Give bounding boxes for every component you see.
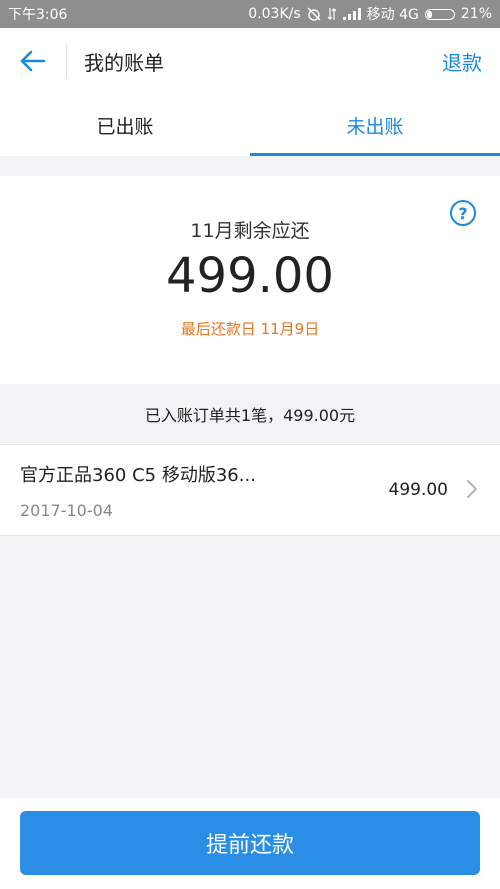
carrier-label: 移动 4G — [366, 7, 419, 23]
data-transfer-icon — [327, 8, 337, 20]
order-date: 2017-10-04 — [20, 501, 113, 520]
battery-percent: 21% — [460, 6, 492, 22]
bottom-bar: 提前还款 — [0, 798, 500, 889]
order-list-item[interactable]: 官方正品360 C5 移动版36... 2017-10-04 499.00 — [0, 444, 500, 536]
order-name: 官方正品360 C5 移动版36... — [20, 465, 256, 486]
status-indicators: 0.03K/s 移动 4G 21% — [248, 4, 492, 24]
bill-tabs: 已出账 未出账 — [0, 94, 500, 156]
back-arrow-icon — [20, 50, 46, 72]
nav-divider — [66, 44, 67, 78]
remaining-amount: 499.00 — [166, 248, 334, 304]
signal-icon — [342, 8, 361, 20]
nav-bar: 我的账单 退款 — [0, 28, 500, 94]
battery-icon — [424, 8, 455, 20]
status-time: 下午3:06 — [8, 7, 68, 23]
order-amount: 499.00 — [388, 480, 448, 500]
due-date: 最后还款日 11月9日 — [180, 320, 320, 338]
alarm-off-icon — [307, 7, 321, 21]
network-speed: 0.03K/s — [248, 6, 301, 22]
chevron-right-icon — [467, 480, 477, 498]
tab-unbilled[interactable]: 未出账 — [250, 94, 500, 156]
back-button[interactable] — [0, 28, 66, 94]
tab-billed[interactable]: 已出账 — [0, 94, 250, 156]
bill-summary: ? 11月剩余应还 499.00 最后还款日 11月9日 — [0, 176, 500, 384]
orders-summary: 已入账订单共1笔，499.00元 — [144, 406, 356, 425]
page-title: 我的账单 — [84, 50, 164, 75]
status-bar: 下午3:06 0.03K/s 移动 4G 21% — [0, 0, 500, 28]
refund-button[interactable]: 退款 — [442, 47, 482, 76]
prepay-button[interactable]: 提前还款 — [20, 811, 480, 875]
remaining-label: 11月剩余应还 — [190, 220, 310, 242]
